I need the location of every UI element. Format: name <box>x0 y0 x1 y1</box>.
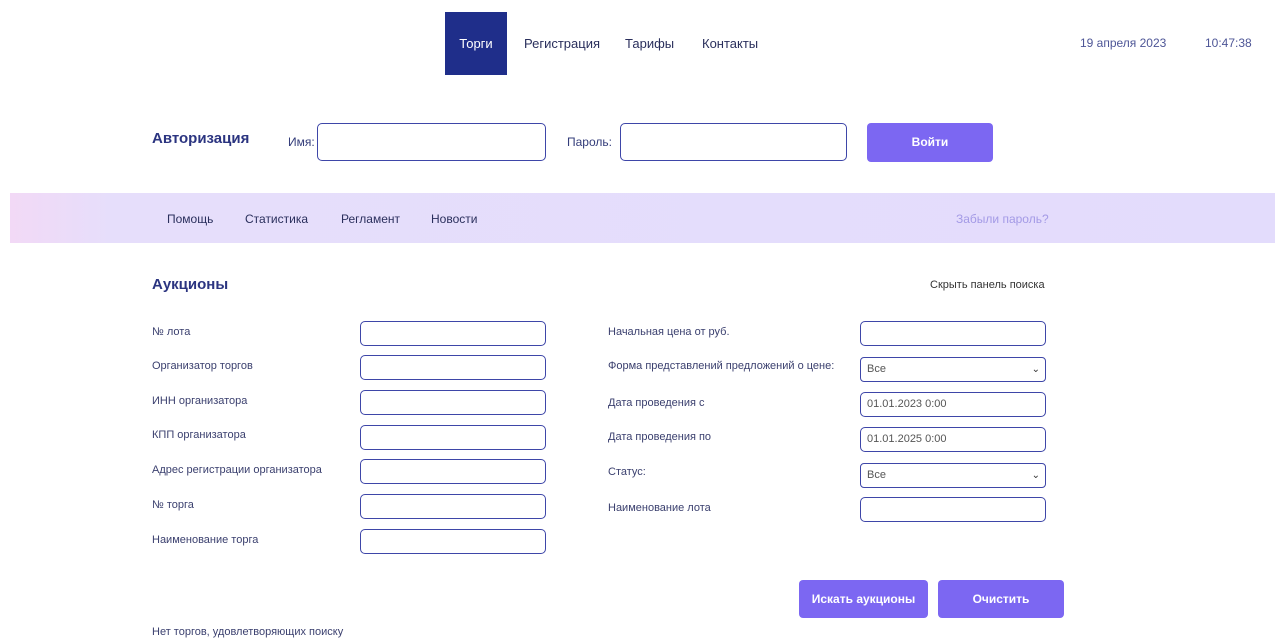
status-select[interactable]: Все ⌄ <box>860 463 1046 488</box>
lot-number-label: № лота <box>152 326 191 338</box>
login-button[interactable]: Войти <box>867 123 993 162</box>
nav-item-tariffs[interactable]: Тарифы <box>625 12 674 75</box>
start-price-label: Начальная цена от руб. <box>608 326 730 338</box>
trade-number-input[interactable] <box>360 494 546 519</box>
nav-item-contacts[interactable]: Контакты <box>702 12 758 75</box>
organizer-address-label: Адрес регистрации организатора <box>152 464 322 476</box>
price-form-select[interactable]: Все ⌄ <box>860 357 1046 382</box>
auctions-title: Аукционы <box>152 276 229 293</box>
band-item-help[interactable]: Помощь <box>167 212 213 226</box>
organizer-inn-label: ИНН организатора <box>152 395 248 407</box>
organizer-kpp-input[interactable] <box>360 425 546 450</box>
lot-number-input[interactable] <box>360 321 546 346</box>
organizer-kpp-label: КПП организатора <box>152 429 246 441</box>
lot-name-input[interactable] <box>860 497 1046 522</box>
clear-button[interactable]: Очистить <box>938 580 1064 618</box>
band-item-statistics[interactable]: Статистика <box>245 212 308 226</box>
price-form-label: Форма представлений предложений о цене: <box>608 360 835 372</box>
start-price-input[interactable] <box>860 321 1046 346</box>
band-item-regulations[interactable]: Регламент <box>341 212 400 226</box>
name-label: Имя: <box>288 135 315 149</box>
hide-search-panel-link[interactable]: Скрыть панель поиска <box>930 279 1045 291</box>
current-time: 10:47:38 <box>1205 36 1252 50</box>
date-to-label: Дата проведения по <box>608 431 712 443</box>
password-label: Пароль: <box>567 135 612 149</box>
date-from-label: Дата проведения с <box>608 397 705 409</box>
organizer-address-input[interactable] <box>360 459 546 484</box>
nav-item-torgi[interactable]: Торги <box>445 12 507 75</box>
organizer-label: Организатор торгов <box>152 360 253 372</box>
band-item-news[interactable]: Новости <box>431 212 477 226</box>
status-value: Все <box>867 469 886 481</box>
no-results-message: Нет торгов, удовлетворяющих поиску <box>152 626 344 638</box>
chevron-down-icon: ⌄ <box>1031 470 1040 481</box>
status-label: Статус: <box>608 466 646 478</box>
search-auctions-button[interactable]: Искать аукционы <box>799 580 928 618</box>
chevron-down-icon: ⌄ <box>1031 364 1040 375</box>
date-to-input[interactable]: 01.01.2025 0:00 <box>860 427 1046 452</box>
auth-title: Авторизация <box>152 130 250 147</box>
price-form-value: Все <box>867 363 886 375</box>
date-from-input[interactable]: 01.01.2023 0:00 <box>860 392 1046 417</box>
current-date: 19 апреля 2023 <box>1080 36 1167 50</box>
trade-name-input[interactable] <box>360 529 546 554</box>
lot-name-label: Наименование лота <box>608 502 711 514</box>
trade-name-label: Наименование торга <box>152 534 259 546</box>
password-input[interactable] <box>620 123 847 161</box>
organizer-input[interactable] <box>360 355 546 380</box>
organizer-inn-input[interactable] <box>360 390 546 415</box>
name-input[interactable] <box>317 123 546 161</box>
trade-number-label: № торга <box>152 499 194 511</box>
nav-item-registration[interactable]: Регистрация <box>524 12 600 75</box>
forgot-password-link[interactable]: Забыли пароль? <box>956 212 1049 226</box>
